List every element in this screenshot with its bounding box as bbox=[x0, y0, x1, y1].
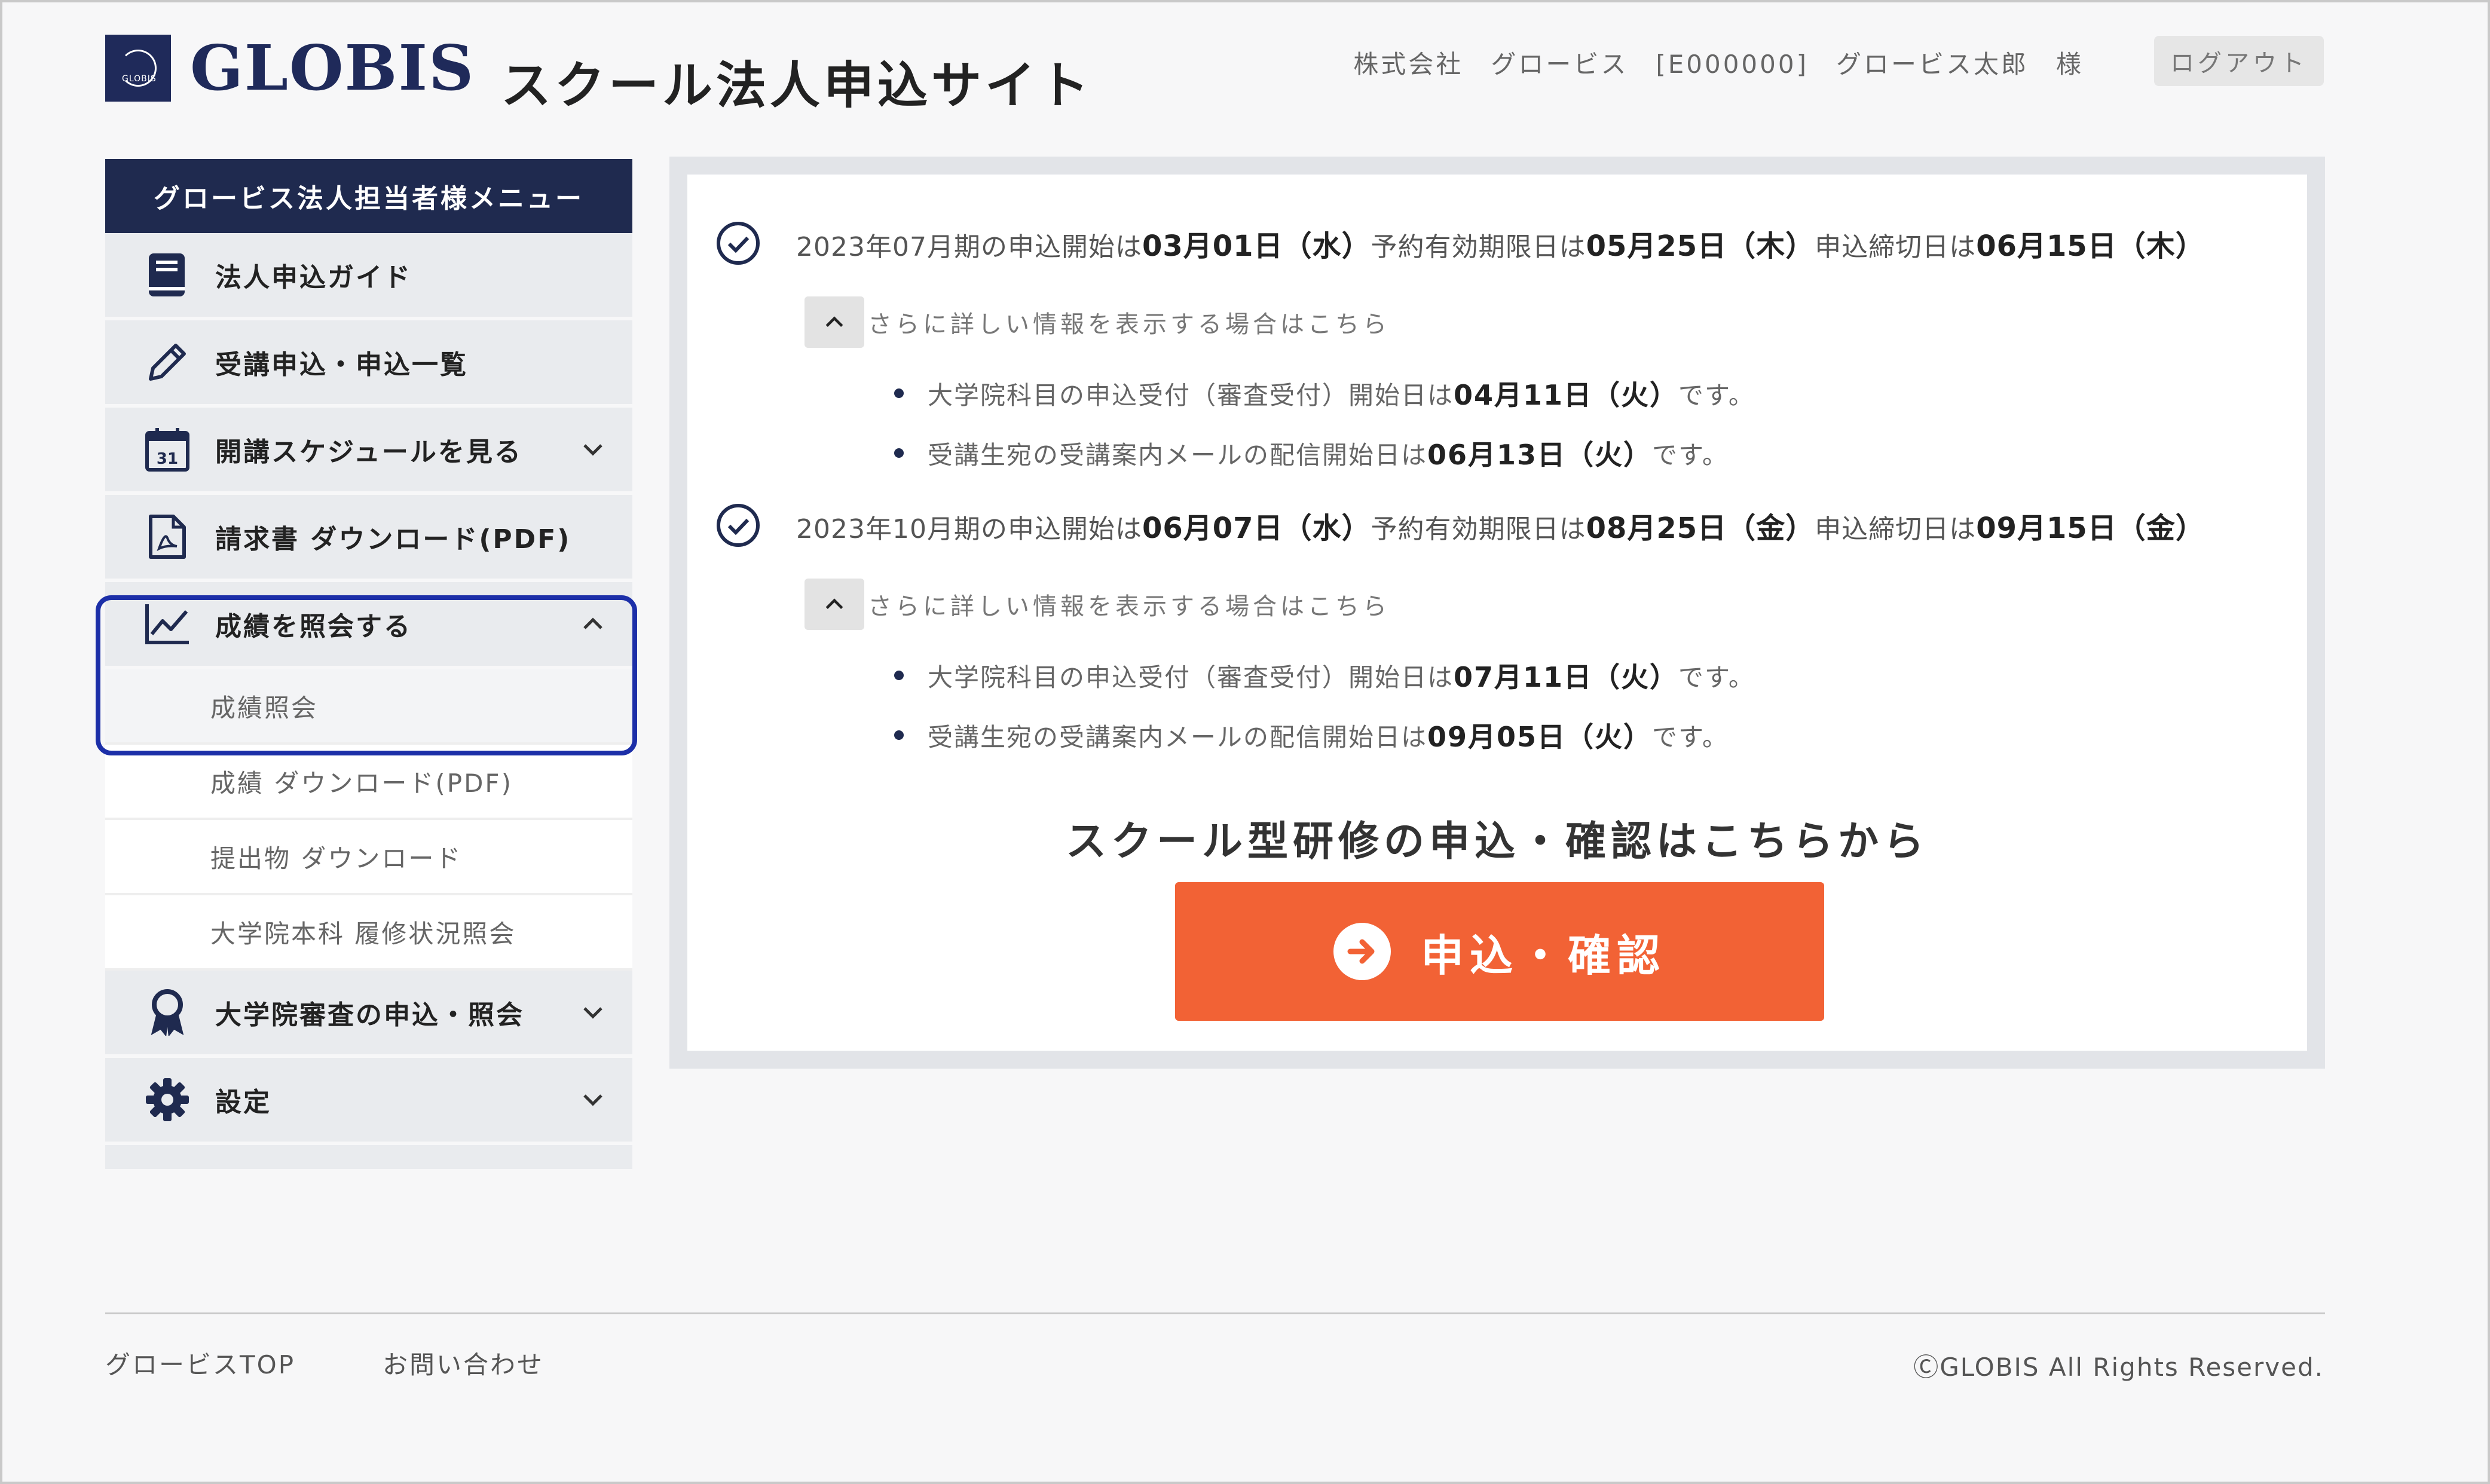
globis-logo[interactable]: GLOBIS GLOBIS bbox=[105, 35, 475, 102]
chevron-up-icon bbox=[825, 316, 843, 327]
pencil-icon bbox=[143, 338, 191, 386]
period-2023-10: 2023年10月期の申込開始は06月07日（水）予約有効期限日は08月25日（金… bbox=[715, 502, 2205, 765]
period-summary: 2023年07月期の申込開始は03月01日（水）予約有効期限日は05月25日（木… bbox=[715, 220, 2205, 267]
sidebar-item-label: 設定 bbox=[215, 1087, 271, 1118]
check-circle-icon bbox=[717, 222, 760, 265]
sub-item-graduate-status[interactable]: 大学院本科 履修状況照会 bbox=[105, 895, 632, 971]
site-title: スクール法人申込サイト bbox=[501, 56, 1093, 115]
company-code: [E000000] bbox=[1656, 50, 1809, 79]
calendar-day: 31 bbox=[157, 450, 178, 468]
sidebar-item-label: 法人申込ガイド bbox=[215, 262, 412, 293]
main-panel: 2023年07月期の申込開始は03月01日（水）予約有効期限日は05月25日（木… bbox=[669, 157, 2325, 1069]
logo-mark-text: GLOBIS bbox=[122, 74, 157, 84]
more-info-link[interactable]: さらに詳しい情報を表示する場合はこちら bbox=[868, 587, 1390, 622]
sub-item-grade-download[interactable]: 成績 ダウンロード(PDF) bbox=[105, 745, 632, 820]
book-icon bbox=[143, 251, 191, 299]
sub-item-grade-inquiry[interactable]: 成績照会 bbox=[105, 669, 632, 745]
main-panel-content: 2023年07月期の申込開始は03月01日（水）予約有効期限日は05月25日（木… bbox=[687, 175, 2307, 1051]
check-circle-icon bbox=[717, 504, 760, 547]
chevron-up-icon[interactable] bbox=[580, 611, 606, 637]
period-text: 2023年07月期の申込開始は03月01日（水）予約有効期限日は05月25日（木… bbox=[796, 230, 2205, 263]
apply-confirm-button[interactable]: 申込・確認 bbox=[1175, 882, 1824, 1021]
chart-icon bbox=[143, 600, 191, 648]
sidebar-item-invoice[interactable]: 請求書 ダウンロード(PDF) bbox=[105, 495, 632, 582]
sidebar: グロービス法人担当者様メニュー 法人申込ガイド 受講申込・申込一覧 31 開講ス… bbox=[105, 159, 632, 1169]
sidebar-item-settings[interactable]: 設定 bbox=[105, 1058, 632, 1145]
list-item: 受講生宛の受講案内メールの配信開始日は 09月05日（火） です。 bbox=[894, 705, 2205, 765]
more-info-row: さらに詳しい情報を表示する場合はこちら bbox=[804, 579, 2205, 630]
period-2023-07: 2023年07月期の申込開始は03月01日（水）予約有効期限日は05月25日（木… bbox=[715, 220, 2205, 483]
copyright: ⒸGLOBIS All Rights Reserved. bbox=[1913, 1353, 2324, 1382]
period-details: 大学院科目の申込受付（審査受付）開始日は 04月11日（火） です。 受講生宛の受講… bbox=[894, 363, 2205, 483]
gear-icon bbox=[143, 1076, 191, 1124]
sub-item-submission-download[interactable]: 提出物 ダウンロード bbox=[105, 820, 632, 895]
sidebar-item-apply[interactable]: 受講申込・申込一覧 bbox=[105, 320, 632, 408]
more-info-link[interactable]: さらに詳しい情報を表示する場合はこちら bbox=[868, 305, 1390, 339]
list-item: 受講生宛の受講案内メールの配信開始日は 06月13日（火） です。 bbox=[894, 423, 2205, 483]
chevron-down-icon[interactable] bbox=[580, 436, 606, 463]
footer-link-globis-top[interactable]: グロービスTOP bbox=[105, 1345, 295, 1381]
sidebar-title: グロービス法人担当者様メニュー bbox=[105, 159, 632, 233]
chevron-down-icon[interactable] bbox=[580, 999, 606, 1026]
period-summary: 2023年10月期の申込開始は06月07日（水）予約有効期限日は08月25日（金… bbox=[715, 502, 2205, 549]
apply-confirm-label: 申込・確認 bbox=[1420, 932, 1666, 980]
sidebar-item-label: 成績を照会する bbox=[215, 611, 412, 642]
list-item: 大学院科目の申込受付（審査受付）開始日は 04月11日（火） です。 bbox=[894, 363, 2205, 423]
sidebar-item-graduate-review[interactable]: 大学院審査の申込・照会 bbox=[105, 971, 632, 1058]
pdf-icon bbox=[143, 513, 191, 561]
sidebar-item-grades[interactable]: 成績を照会する bbox=[105, 582, 632, 669]
logo-mark: GLOBIS bbox=[105, 35, 171, 102]
user-name: グロービス太郎 様 bbox=[1836, 50, 2084, 79]
collapse-toggle-button[interactable] bbox=[804, 579, 864, 630]
collapse-toggle-button[interactable] bbox=[804, 296, 864, 348]
list-item: 大学院科目の申込受付（審査受付）開始日は 07月11日（火） です。 bbox=[894, 645, 2205, 705]
footer-divider bbox=[105, 1312, 2325, 1314]
user-info: 株式会社 グロービス [E000000] グロービス太郎 様 bbox=[1353, 44, 2084, 81]
sidebar-item-schedule[interactable]: 31 開講スケジュールを見る bbox=[105, 408, 632, 495]
footer-link-contact[interactable]: お問い合わせ bbox=[383, 1345, 544, 1381]
cta-title: スクール型研修の申込・確認はこちらから bbox=[1065, 818, 1929, 865]
chevron-up-icon bbox=[825, 598, 843, 609]
logout-button[interactable]: ログアウト bbox=[2154, 36, 2324, 86]
sidebar-item-label: 受講申込・申込一覧 bbox=[215, 350, 468, 380]
sidebar-item-label: 大学院審査の申込・照会 bbox=[215, 1000, 524, 1030]
period-text: 2023年10月期の申込開始は06月07日（水）予約有効期限日は08月25日（金… bbox=[796, 512, 2205, 545]
period-details: 大学院科目の申込受付（審査受付）開始日は 07月11日（火） です。 受講生宛の受講… bbox=[894, 645, 2205, 765]
chevron-down-icon[interactable] bbox=[580, 1087, 606, 1113]
company-name: 株式会社 グロービス bbox=[1353, 50, 1629, 79]
arrow-right-circle-icon bbox=[1333, 923, 1391, 980]
sidebar-item-label: 請求書 ダウンロード(PDF) bbox=[215, 524, 571, 555]
sidebar-item-guide[interactable]: 法人申込ガイド bbox=[105, 233, 632, 320]
sidebar-item-label: 開講スケジュールを見る bbox=[215, 437, 522, 467]
calendar-icon: 31 bbox=[143, 426, 191, 473]
more-info-row: さらに詳しい情報を表示する場合はこちら bbox=[804, 296, 2205, 348]
sidebar-footer bbox=[105, 1145, 632, 1169]
award-icon bbox=[143, 989, 191, 1036]
logo-text: GLOBIS bbox=[190, 31, 475, 105]
